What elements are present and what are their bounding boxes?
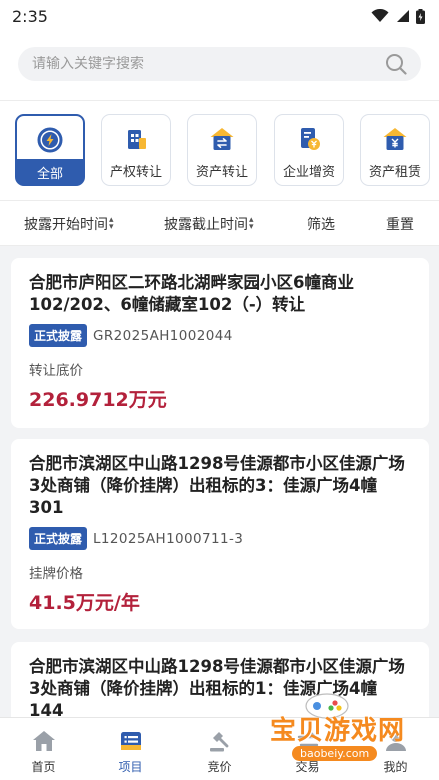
lightning-icon [37, 127, 63, 153]
auction-icon [209, 732, 228, 752]
filter-start-time[interactable]: 披露开始时间 ▴ ▾ [24, 201, 114, 247]
listing-card[interactable]: 合肥市滨湖区中山路1298号佳源都市小区佳源广场3处商铺（降价挂牌）出租标的3：… [11, 439, 429, 629]
category-all-footer: 全部 [16, 159, 84, 185]
listing-list: 合肥市庐阳区二环路北湖畔家园小区6幢商业102/202、6幢储藏室102（-）转… [0, 247, 439, 717]
price-label: 挂牌价格 [29, 566, 83, 582]
listing-tag-row: 正式披露 L12025AH1000711-3 [29, 527, 411, 550]
price-value: 226.9712万元 [29, 389, 167, 411]
listing-title: 合肥市滨湖区中山路1298号佳源都市小区佳源广场3处商铺（降价挂牌）出租标的3：… [29, 454, 405, 517]
status-bar: 2:35 [0, 0, 439, 32]
category-label: 资产租赁 [368, 165, 421, 180]
status-time: 2:35 [12, 6, 48, 26]
project-icon [120, 732, 141, 750]
filter-screen-label: 筛选 [307, 217, 335, 233]
price-value: 41.5万元/年 [29, 592, 140, 614]
filter-end-time[interactable]: 披露截止时间 ▴ ▾ [164, 201, 254, 247]
listing-code: L12025AH1000711-3 [93, 530, 244, 547]
category-label: 企业增资 [282, 165, 335, 180]
filter-end-time-label: 披露截止时间 [164, 217, 248, 233]
filter-reset-label: 重置 [386, 217, 414, 233]
price-label: 转让底价 [29, 363, 83, 379]
category-asset-transfer[interactable]: 资产转让 [187, 114, 257, 186]
search-icon[interactable] [385, 53, 407, 75]
tab-label: 首页 [31, 760, 56, 774]
category-bar: 全部 产权转让 资产转让 企业增资 资产租赁 [0, 100, 439, 200]
tab-bidding[interactable]: 竞价 [176, 718, 263, 780]
status-badge: 正式披露 [29, 324, 88, 347]
filter-bar: 披露开始时间 ▴ ▾ 披露截止时间 ▴ ▾ 筛选 重置 [0, 200, 439, 246]
filter-reset-button[interactable]: 重置 [386, 201, 414, 247]
search-area [0, 32, 439, 100]
building-icon [128, 130, 146, 149]
category-label: 产权转让 [109, 165, 162, 180]
category-label: 全部 [36, 166, 63, 182]
category-all[interactable]: 全部 [15, 114, 85, 186]
tab-projects[interactable]: 项目 [87, 718, 174, 780]
house-yuan-icon [383, 128, 407, 150]
sort-icon: ▴ ▾ [109, 215, 114, 232]
category-label: 资产转让 [195, 165, 248, 180]
search-box[interactable] [18, 47, 421, 81]
battery-icon [416, 8, 425, 24]
watermark-url: baobeiy.com [292, 746, 378, 761]
search-input[interactable] [32, 56, 385, 72]
sort-icon: ▴ ▾ [249, 215, 254, 232]
listing-card[interactable]: 合肥市庐阳区二环路北湖畔家园小区6幢商业102/202、6幢储藏室102（-）转… [11, 258, 429, 428]
listing-code: GR2025AH1002044 [93, 327, 233, 344]
status-badge: 正式披露 [29, 527, 88, 550]
tab-home[interactable]: 首页 [0, 718, 87, 780]
tab-label: 竞价 [207, 760, 232, 774]
category-capital-increase[interactable]: 企业增资 [274, 114, 344, 186]
signal-icon [397, 10, 409, 22]
filter-screen-button[interactable]: 筛选 [307, 201, 335, 247]
listing-tag-row: 正式披露 GR2025AH1002044 [29, 324, 411, 347]
category-equity-transfer[interactable]: 产权转让 [101, 114, 171, 186]
document-yuan-icon [301, 128, 320, 150]
listing-title: 合肥市庐阳区二环路北湖畔家园小区6幢商业102/202、6幢储藏室102（-）转… [29, 273, 354, 314]
home-icon [32, 731, 55, 751]
watermark-text: 宝贝游戏网 [270, 716, 406, 746]
house-exchange-icon [210, 128, 234, 150]
category-asset-lease[interactable]: 资产租赁 [360, 114, 430, 186]
site-watermark: 宝贝游戏网 baobeiy.com [258, 690, 408, 772]
status-icons [371, 8, 425, 24]
tab-label: 项目 [118, 760, 143, 774]
wifi-icon [371, 9, 389, 22]
filter-start-time-label: 披露开始时间 [24, 217, 108, 233]
